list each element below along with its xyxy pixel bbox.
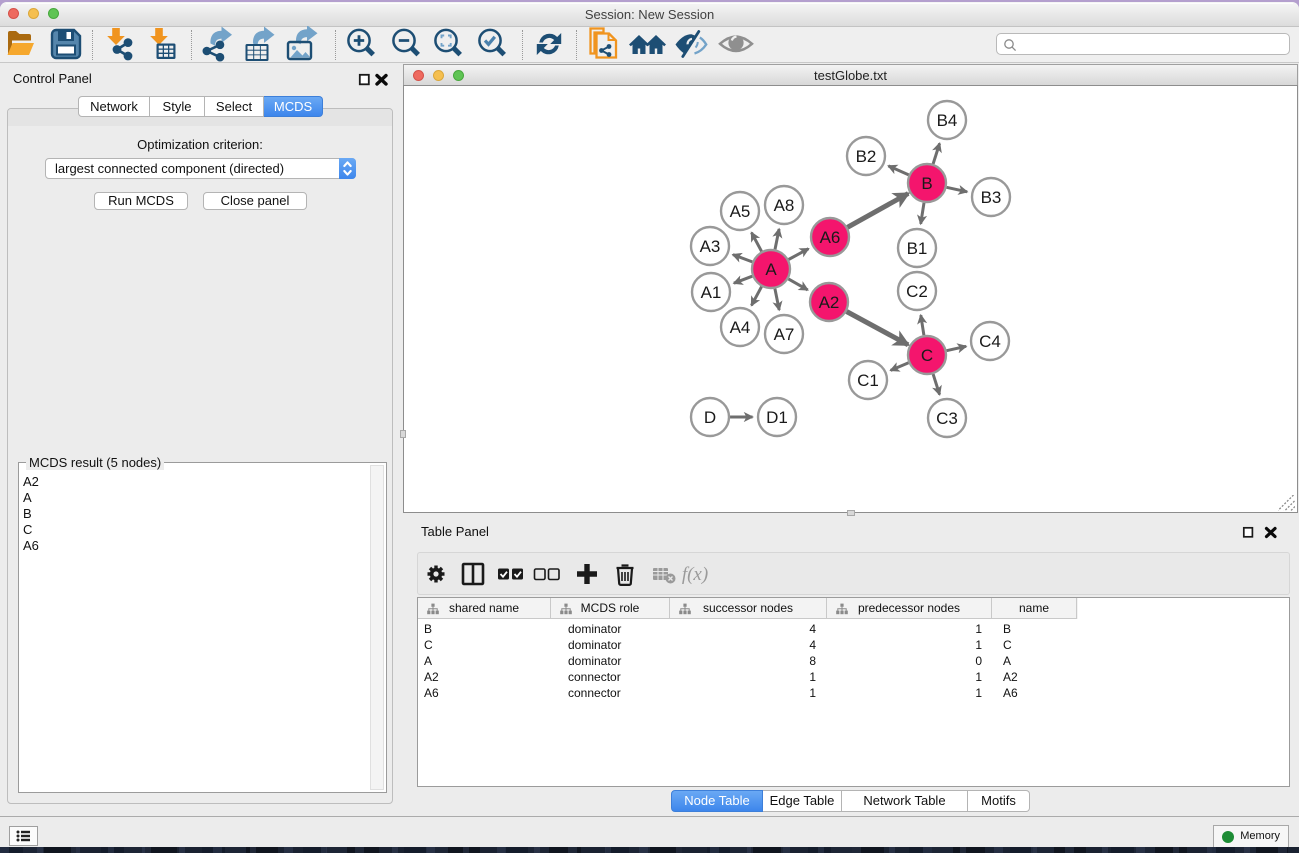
svg-text:C3: C3 — [936, 409, 958, 428]
svg-text:A6: A6 — [820, 228, 841, 247]
svg-text:C1: C1 — [857, 371, 879, 390]
svg-text:D1: D1 — [766, 408, 788, 427]
svg-text:C: C — [921, 346, 933, 365]
svg-text:A2: A2 — [819, 293, 840, 312]
svg-text:B4: B4 — [937, 111, 958, 130]
svg-text:B1: B1 — [907, 239, 928, 258]
svg-text:A: A — [765, 260, 777, 279]
svg-text:f(x): f(x) — [682, 564, 708, 585]
svg-text:A4: A4 — [730, 318, 751, 337]
svg-text:A8: A8 — [774, 196, 795, 215]
svg-text:A7: A7 — [774, 325, 795, 344]
svg-text:D: D — [704, 408, 716, 427]
svg-text:B: B — [921, 174, 932, 193]
svg-text:B3: B3 — [981, 188, 1002, 207]
svg-text:A5: A5 — [730, 202, 751, 221]
svg-text:C2: C2 — [906, 282, 928, 301]
svg-text:B2: B2 — [856, 147, 877, 166]
svg-text:C4: C4 — [979, 332, 1001, 351]
svg-text:A1: A1 — [701, 283, 722, 302]
svg-text:A3: A3 — [700, 237, 721, 256]
